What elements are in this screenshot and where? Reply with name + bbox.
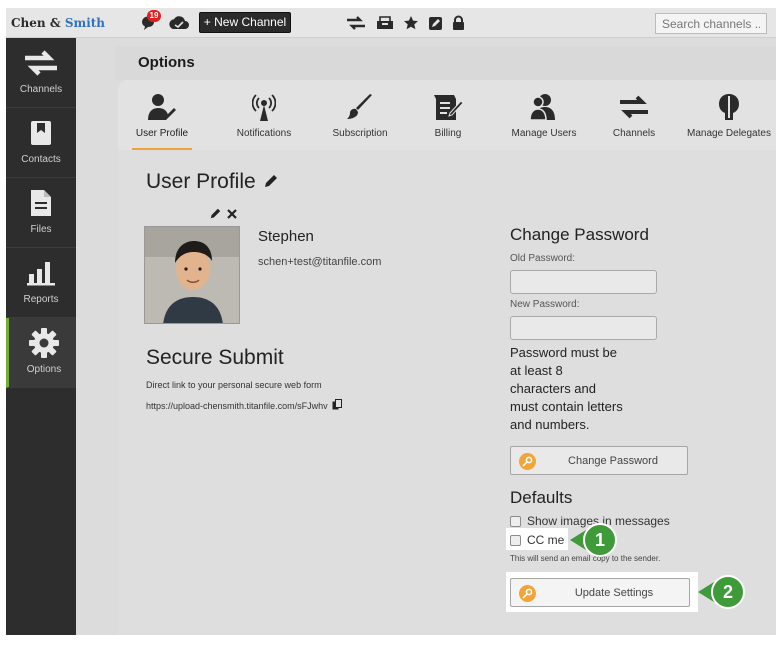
tab-billing[interactable]: Billing [408,80,488,150]
cc-me-option[interactable]: CC me [510,533,564,547]
edit-profile-icon[interactable] [264,170,278,194]
avatar [144,226,240,324]
brand-logo[interactable]: Chen & Smith [11,16,105,30]
tab-label: Manage Users [511,128,577,139]
defaults-title: Defaults [510,488,573,507]
profile-heading-text: User Profile [146,170,256,193]
key-icon [519,585,536,602]
sidebar-item-files[interactable]: Files [6,178,76,248]
callout-number: 2 [711,575,745,609]
password-hint-line: characters and [510,381,596,396]
files-icon [6,186,76,220]
sidebar-item-label: Contacts [21,154,61,165]
copy-link-icon[interactable] [332,399,342,412]
change-password-button[interactable]: Change Password [510,446,688,475]
secure-submit-link[interactable]: https://upload-chensmith.titanfile.com/s… [146,401,328,411]
tab-user-profile[interactable]: User Profile [118,80,206,151]
channels-arrows-icon[interactable] [345,13,367,33]
user-name: Stephen [258,228,314,245]
options-tabs: User Profile Notifications Subscription … [118,80,776,151]
brush-icon [318,92,402,122]
callout-1: 1 [570,522,617,558]
secure-submit-title: Secure Submit [146,346,284,369]
tab-manage-delegates[interactable]: Manage Delegates [680,80,776,150]
sidebar-item-label: Reports [23,294,59,305]
search-channels-input[interactable] [655,13,767,34]
invoice-edit-icon [408,92,488,122]
profile-heading: User Profile [146,170,278,194]
brand-name-part1: Chen & [11,16,65,30]
tab-label: User Profile [135,128,189,139]
tab-manage-users[interactable]: Manage Users [498,80,590,150]
old-password-label: Old Password: [510,253,576,264]
edit-photo-icon[interactable] [210,208,221,222]
new-password-field[interactable] [510,316,657,340]
tab-label: Manage Delegates [687,128,771,139]
key-icon [519,453,536,470]
cloud-sync-icon[interactable] [166,13,192,33]
password-hint-line: must contain letters [510,399,623,414]
old-password-field[interactable] [510,270,657,294]
top-bar: Chen & Smith 19 + New Channel [6,8,776,38]
sidebar-item-options[interactable]: Options [6,318,76,388]
antenna-icon [218,92,310,122]
tab-label: Notifications [236,128,292,139]
user-edit-icon [118,92,206,122]
delegates-icon [680,92,776,122]
sidebar-item-contacts[interactable]: Contacts [6,108,76,178]
page-title: Options [138,54,195,71]
callout-2: 2 [698,574,745,610]
password-hint-line: Password must be [510,345,617,360]
options-header: Options [114,46,776,80]
notification-count-badge: 19 [147,10,161,22]
sidebar-item-label: Channels [19,84,63,95]
update-settings-label: Update Settings [574,587,654,599]
sidebar-item-channels[interactable]: Channels [6,38,76,108]
reports-icon [6,256,76,290]
password-requirements: Password must be at least 8 characters a… [510,344,650,434]
sidebar-item-label: Options [26,364,62,375]
tab-label: Channels [612,128,656,139]
gear-icon [9,326,79,360]
sidebar-item-label: Files [30,224,52,235]
show-images-checkbox[interactable] [510,515,521,527]
users-icon [498,92,590,122]
change-password-title: Change Password [510,225,649,244]
sidebar: Channels Contacts Files Reports Options [6,38,76,635]
inbox-icon[interactable] [374,13,396,33]
password-hint-line: and numbers. [510,417,590,432]
tab-label: Subscription [332,128,388,139]
cc-me-label: CC me [527,533,565,547]
user-profile-panel: User Profile Stephen schen+test@titanfil… [118,150,776,635]
callout-number: 1 [583,523,617,557]
update-settings-button[interactable]: Update Settings [510,578,690,607]
lock-icon[interactable] [448,13,468,33]
photo-actions [210,208,237,222]
compose-icon[interactable] [424,13,446,33]
password-hint-line: at least 8 [510,363,563,378]
tab-channels[interactable]: Channels [596,80,672,150]
tab-subscription[interactable]: Subscription [318,80,402,150]
new-channel-button[interactable]: + New Channel [199,12,291,33]
change-password-label: Change Password [568,455,658,467]
brand-name-part2: Smith [64,16,106,30]
channels-icon [596,92,672,122]
contacts-icon [6,116,76,150]
tab-notifications[interactable]: Notifications [218,80,310,150]
user-email: schen+test@titanfile.com [258,256,382,268]
tab-label: Billing [434,128,462,139]
app-window: Chen & Smith 19 + New Channel Search cha… [6,8,776,635]
notifications-icon[interactable]: 19 [137,10,161,33]
cc-me-checkbox[interactable] [510,534,521,546]
star-icon[interactable] [400,13,422,33]
secure-submit-description: Direct link to your personal secure web … [146,380,322,390]
new-password-label: New Password: [510,299,580,310]
secure-submit-link-row: https://upload-chensmith.titanfile.com/s… [146,399,342,412]
sidebar-item-reports[interactable]: Reports [6,248,76,318]
remove-photo-icon[interactable] [227,208,237,222]
channels-icon [6,46,76,80]
